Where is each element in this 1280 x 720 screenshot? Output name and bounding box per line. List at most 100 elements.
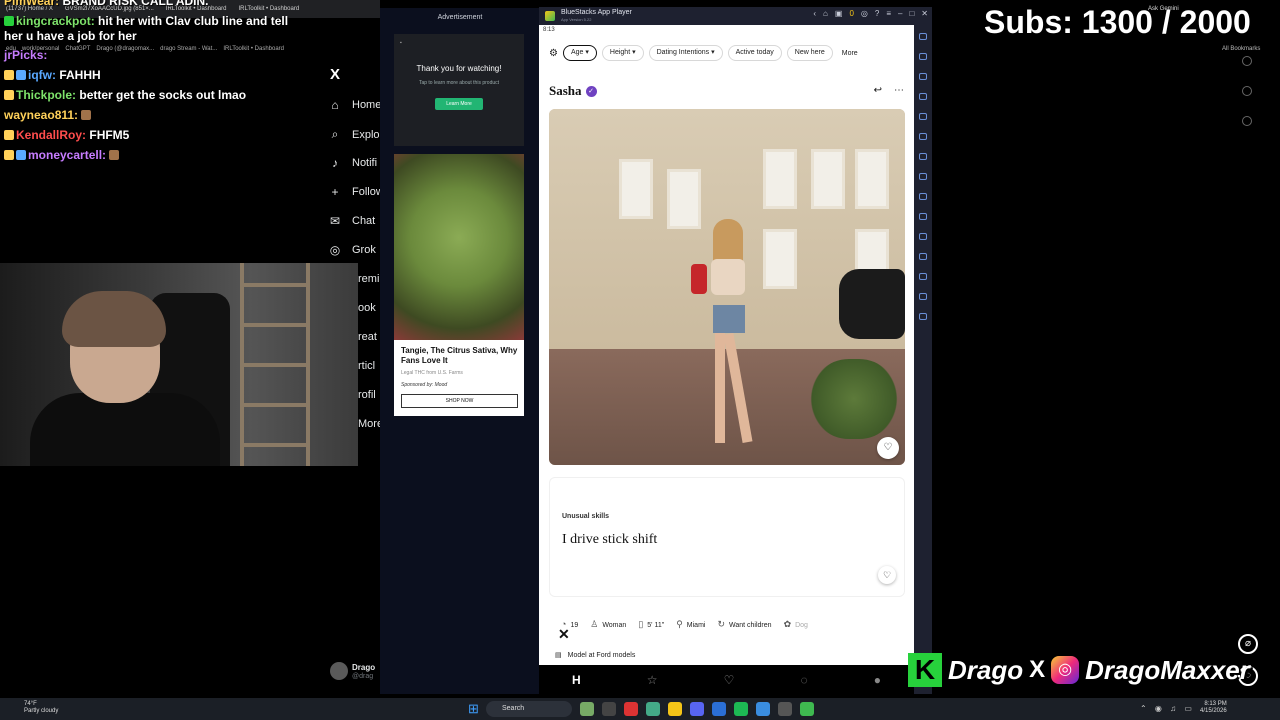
ad-card-thanks[interactable]: ▪ Thank you for watching! Tap to learn m… (394, 34, 524, 146)
start-icon[interactable]: ⊞ (468, 701, 479, 717)
x-logo[interactable]: X (330, 66, 340, 83)
app-icon[interactable] (646, 702, 660, 716)
bell-icon: ♪ (332, 156, 338, 170)
avatar (330, 662, 348, 680)
bluestacks-logo-icon (545, 11, 555, 21)
app-icon[interactable] (778, 702, 792, 716)
sidebar-tool-icon[interactable] (919, 293, 927, 300)
ad-card-product[interactable]: Tangie, The Citrus Sativa, Why Fans Love… (394, 154, 524, 416)
app-icon[interactable] (800, 702, 814, 716)
sidebar-tool-icon[interactable] (919, 33, 927, 40)
compass-icon[interactable]: ⌀ (1238, 634, 1258, 654)
taskbar-clock[interactable]: 8:13 PM 4/15/2026 (1200, 701, 1227, 715)
x-nav-subitem[interactable]: ook (358, 302, 376, 314)
x-profile-name: Drago (352, 662, 376, 672)
x-nav-subitem[interactable]: remi (358, 273, 379, 285)
standouts-tab-icon[interactable]: ☆ (647, 673, 658, 687)
sidebar-tool-icon[interactable] (919, 113, 927, 120)
more-options-icon[interactable]: ⋯ (894, 85, 904, 96)
app-icon[interactable] (580, 702, 594, 716)
sidebar-tool-icon[interactable] (919, 133, 927, 140)
sidebar-tool-icon[interactable] (919, 313, 927, 320)
bookmark[interactable]: Drago (@dragomax... (96, 46, 154, 52)
like-prompt-heart-icon[interactable]: ♡ (878, 566, 896, 584)
maximize-icon[interactable]: □ (909, 9, 914, 18)
sidebar-tool-icon[interactable] (919, 73, 927, 80)
vital-height: ▯ 5' 11" (638, 618, 665, 629)
like-photo-heart-icon[interactable]: ♡ (877, 437, 899, 459)
messages-tab-icon[interactable]: ◌ (800, 673, 807, 687)
x-nav-subitem[interactable]: reat (358, 331, 377, 343)
app-icon[interactable] (668, 702, 682, 716)
profile-tab-icon[interactable]: ● (874, 673, 881, 687)
brand-social: DragoMaxxer (1085, 654, 1250, 685)
all-bookmarks[interactable]: All Bookmarks (1222, 46, 1260, 52)
profile-job: ▤ Model at Ford models (555, 651, 636, 660)
sidebar-tool-icon[interactable] (919, 193, 927, 200)
cam-streamer-shirt (30, 393, 220, 466)
x-nav-follow[interactable]: + Follow (328, 185, 383, 199)
side-tool-icon[interactable] (1242, 86, 1252, 96)
app-icon[interactable] (712, 702, 726, 716)
side-tool-icon[interactable] (1242, 56, 1252, 66)
ad-close-icon[interactable]: ▪ (400, 40, 402, 46)
back-icon[interactable]: ‹ (813, 9, 816, 18)
sidebar-tool-icon[interactable] (919, 233, 927, 240)
x-nav-home[interactable]: ⌂ Home (328, 98, 381, 112)
verified-icon: ✓ (585, 85, 597, 97)
ask-gemini-button[interactable]: Ask Gemini (1148, 6, 1179, 12)
weather-widget[interactable]: 74°F Partly cloudy (24, 701, 58, 715)
filter-chip-height[interactable]: Height ▾ (601, 45, 644, 61)
taskbar-search[interactable]: Search (486, 701, 572, 717)
sidebar-tool-icon[interactable] (919, 173, 927, 180)
help-icon[interactable]: ? (875, 9, 879, 18)
filter-chip-dating-intentions[interactable]: Dating Intentions ▾ (648, 45, 723, 61)
instagram-icon: ◎ (1051, 656, 1080, 684)
account-icon[interactable]: ◎ (861, 9, 868, 18)
filter-chip-age[interactable]: Age ▾ (562, 45, 597, 61)
share-icon[interactable]: ↩ (874, 85, 882, 96)
bookmark[interactable]: IRLToolkit • Dashboard (223, 46, 284, 52)
app-icon[interactable] (690, 702, 704, 716)
app-icon[interactable] (734, 702, 748, 716)
home-icon[interactable]: ⌂ (823, 9, 828, 18)
filter-chip-new-here[interactable]: New here (786, 45, 833, 61)
brand-handle: Drago (948, 654, 1024, 685)
app-icon[interactable] (624, 702, 638, 716)
x-nav-subitem[interactable]: rofil (358, 389, 376, 401)
x-account-switcher[interactable]: Drago @drag (330, 662, 375, 680)
filter-chip-active-today[interactable]: Active today (727, 45, 782, 61)
x-nav-notifications[interactable]: ♪ Notifi (328, 156, 377, 170)
x-nav-grok[interactable]: ◎ Grok (328, 243, 376, 257)
app-icon[interactable] (602, 702, 616, 716)
sidebar-tool-icon[interactable] (919, 53, 927, 60)
sidebar-tool-icon[interactable] (919, 153, 927, 160)
sidebar-tool-icon[interactable] (919, 213, 927, 220)
ad-subtitle: Tap to learn more about this product (418, 80, 500, 86)
close-icon[interactable]: ✕ (558, 626, 570, 643)
x-nav-chat[interactable]: ✉ Chat (328, 214, 375, 228)
bookmark[interactable]: ChatGPT (65, 46, 90, 52)
search-icon: ⌕ (331, 127, 339, 141)
ad-title: Thank you for watching! (416, 64, 502, 73)
learn-more-button[interactable]: Learn More (435, 98, 483, 110)
bookmark[interactable]: drago Stream - Wat... (160, 46, 217, 52)
close-icon[interactable]: ✕ (921, 9, 928, 18)
discover-tab-icon[interactable]: H (572, 673, 581, 687)
app-icon[interactable] (756, 702, 770, 716)
minimize-icon[interactable]: – (898, 9, 902, 18)
x-nav-explore[interactable]: ⌕ Explo (328, 127, 380, 142)
sidebar-tool-icon[interactable] (919, 273, 927, 280)
multitask-icon[interactable]: ▣ (835, 9, 843, 18)
sidebar-tool-icon[interactable] (919, 253, 927, 260)
menu-icon[interactable]: ≡ (886, 9, 891, 18)
filter-more[interactable]: More (842, 50, 858, 57)
shop-now-button[interactable]: SHOP NOW (401, 394, 518, 408)
filter-settings-icon[interactable]: ⚙ (549, 48, 558, 59)
sidebar-tool-icon[interactable] (919, 93, 927, 100)
likes-tab-icon[interactable]: ♡ (724, 673, 735, 687)
ad-product-image (394, 154, 524, 340)
x-nav-subitem[interactable]: rticl (358, 360, 375, 372)
system-tray-icons[interactable]: ⌃ ◉ ♫ ▭ (1140, 704, 1195, 713)
side-tool-icon[interactable] (1242, 116, 1252, 126)
